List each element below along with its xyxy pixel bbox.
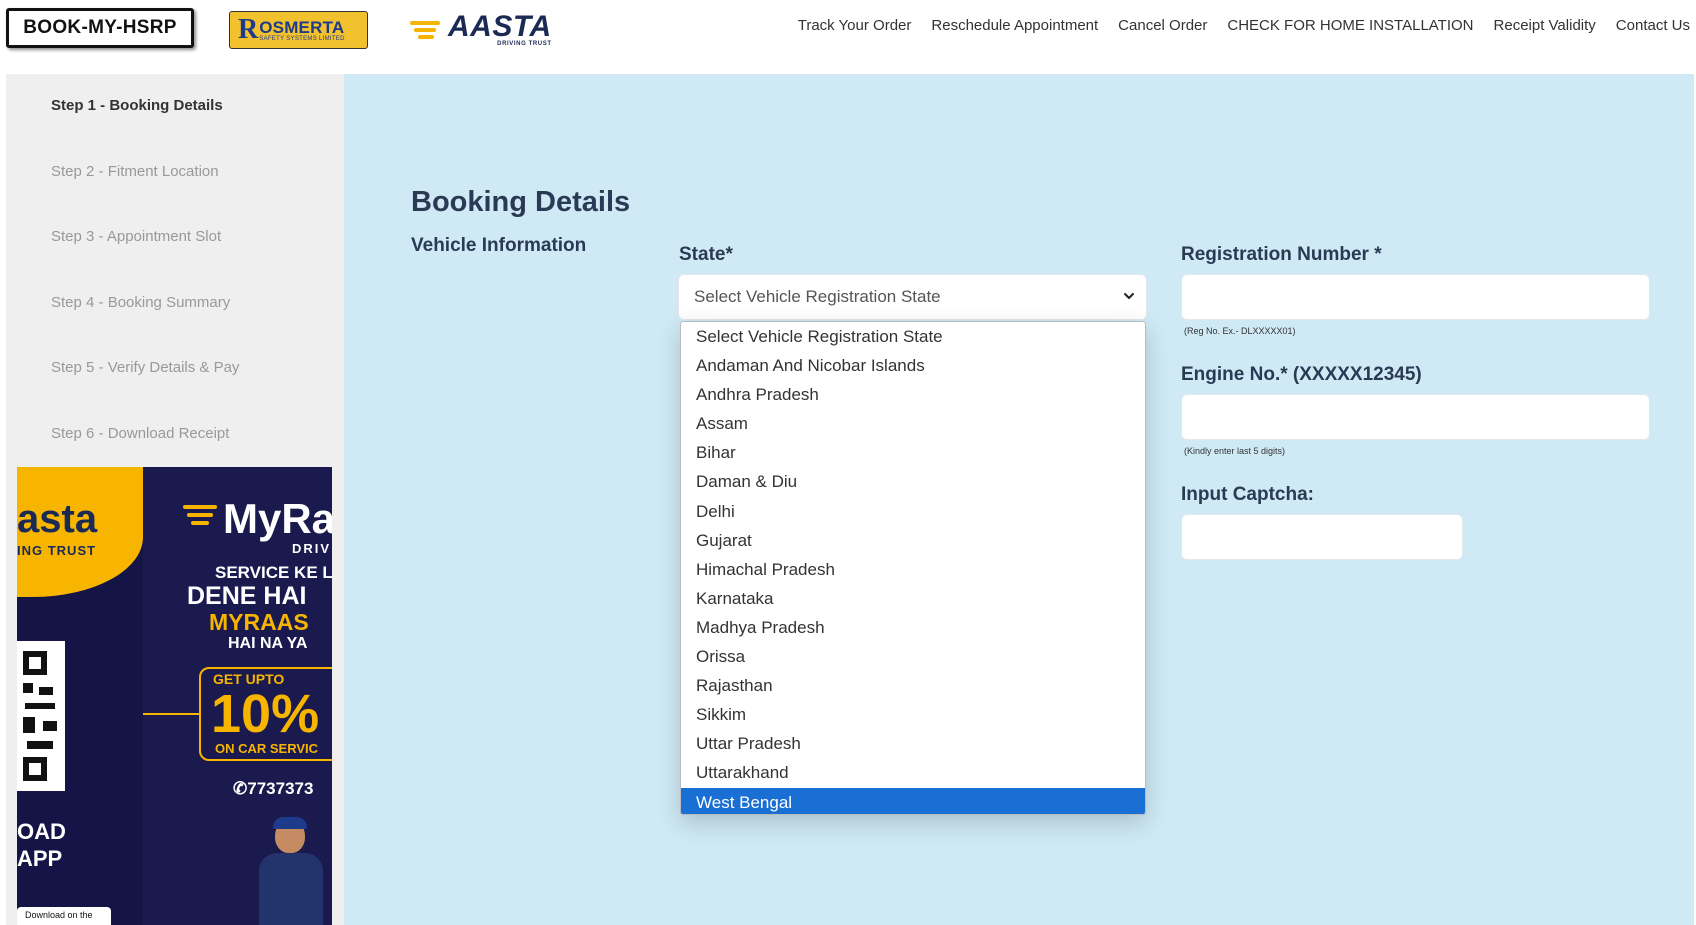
page-title: Booking Details [411, 186, 631, 218]
banner-raasta-text: asta [17, 497, 98, 541]
banner-line-3: MYRAAS [209, 609, 309, 635]
nav-check-home-installation[interactable]: CHECK FOR HOME INSTALLATION [1227, 17, 1473, 34]
mechanic-image [251, 817, 331, 925]
state-select-value: Select Vehicle Registration State [694, 287, 941, 306]
registration-number-hint: (Reg No. Ex.- DLXXXXX01) [1184, 326, 1296, 336]
raasta-logo-sub: DRIVING TRUST [497, 41, 552, 47]
step-booking-details[interactable]: Step 1 - Booking Details [51, 97, 223, 114]
banner-trust-text: ING TRUST [17, 543, 97, 558]
banner-phone: ✆7737373 [233, 779, 314, 798]
state-option-selected[interactable]: West Bengal [681, 787, 1145, 814]
banner-brand: MyRa [223, 495, 332, 542]
state-option[interactable]: Delhi [681, 497, 1145, 526]
state-option[interactable]: Uttarakhand [681, 758, 1145, 787]
rosmerta-logo-initial: R [238, 14, 259, 45]
state-option[interactable]: Andhra Pradesh [681, 380, 1145, 409]
state-option[interactable]: Karnataka [681, 584, 1145, 613]
steps-sidebar: Step 1 - Booking Details Step 2 - Fitmen… [6, 74, 344, 925]
nav-track-order[interactable]: Track Your Order [798, 17, 912, 34]
step-download-receipt[interactable]: Step 6 - Download Receipt [51, 425, 229, 442]
step-appointment-slot[interactable]: Step 3 - Appointment Slot [51, 228, 221, 245]
state-option[interactable]: Select Vehicle Registration State [681, 322, 1145, 351]
raasta-logo-name: AASTA [448, 10, 552, 43]
nav-contact-us[interactable]: Contact Us [1616, 17, 1690, 34]
state-label: State* [679, 244, 733, 265]
registration-number-label: Registration Number * [1181, 244, 1382, 265]
raasta-logo[interactable]: AASTA DRIVING TRUST [410, 12, 552, 48]
banner-line-4: HAI NA YA [228, 635, 308, 652]
rosmerta-logo[interactable]: R OSMERTA SAFETY SYSTEMS LIMITED [229, 11, 368, 49]
banner-line-1: SERVICE KE L [215, 563, 332, 582]
engine-number-input[interactable] [1181, 394, 1650, 440]
banner-app-text: APP [17, 846, 63, 871]
book-my-hsrp-logo[interactable]: BOOK-MY-HSRP [6, 8, 194, 48]
state-option[interactable]: Daman & Diu [681, 467, 1145, 496]
state-option[interactable]: Rajasthan [681, 671, 1145, 700]
state-option[interactable]: Uttar Pradesh [681, 729, 1145, 758]
banner-download-text: OAD [17, 819, 66, 844]
state-select[interactable]: Select Vehicle Registration State [678, 274, 1147, 320]
myraasta-mark-icon [183, 503, 221, 529]
banner-driv: DRIV [292, 541, 332, 556]
captcha-label: Input Captcha: [1181, 484, 1314, 505]
state-option[interactable]: Madhya Pradesh [681, 613, 1145, 642]
state-option[interactable]: Sikkim [681, 700, 1145, 729]
state-option[interactable]: Bihar [681, 438, 1145, 467]
banner-percent: 10% [211, 684, 320, 744]
state-option[interactable]: Gujarat [681, 526, 1145, 555]
rosmerta-logo-name: OSMERTA [259, 17, 345, 37]
booking-main: Booking Details Vehicle Information Stat… [344, 74, 1694, 925]
state-option[interactable]: Assam [681, 409, 1145, 438]
phone-icon: ✆ [233, 779, 248, 798]
qr-code-icon [17, 641, 65, 791]
banner-on-car: ON CAR SERVIC [215, 741, 319, 756]
section-title: Vehicle Information [411, 235, 587, 256]
nav-receipt-validity[interactable]: Receipt Validity [1494, 17, 1596, 34]
app-store-badge[interactable]: Download on the [17, 907, 111, 925]
captcha-input[interactable] [1181, 514, 1463, 560]
chevron-down-icon [1124, 293, 1134, 299]
step-verify-pay[interactable]: Step 5 - Verify Details & Pay [51, 359, 239, 376]
myraasta-promo-banner[interactable]: asta ING TRUST MyRa DRIV SERVICE KE L DE… [17, 467, 332, 925]
raasta-mark-icon [410, 16, 446, 44]
state-option[interactable]: Himachal Pradesh [681, 555, 1145, 584]
nav-cancel-order[interactable]: Cancel Order [1118, 17, 1207, 34]
rosmerta-logo-sub: SAFETY SYSTEMS LIMITED [259, 35, 345, 42]
state-option[interactable]: Orissa [681, 642, 1145, 671]
step-fitment-location[interactable]: Step 2 - Fitment Location [51, 163, 219, 180]
top-nav: Track Your Order Reschedule Appointment … [798, 17, 1690, 34]
header: BOOK-MY-HSRP R OSMERTA SAFETY SYSTEMS LI… [0, 0, 1696, 74]
state-option[interactable]: Andaman And Nicobar Islands [681, 351, 1145, 380]
banner-line-2: DENE HAI [187, 582, 307, 610]
registration-number-input[interactable] [1181, 274, 1650, 320]
engine-number-hint: (Kindly enter last 5 digits) [1184, 446, 1286, 456]
step-booking-summary[interactable]: Step 4 - Booking Summary [51, 294, 230, 311]
nav-reschedule-appointment[interactable]: Reschedule Appointment [931, 17, 1098, 34]
state-dropdown-list: Select Vehicle Registration State Andama… [680, 321, 1146, 815]
engine-number-label: Engine No.* (XXXXX12345) [1181, 364, 1422, 385]
